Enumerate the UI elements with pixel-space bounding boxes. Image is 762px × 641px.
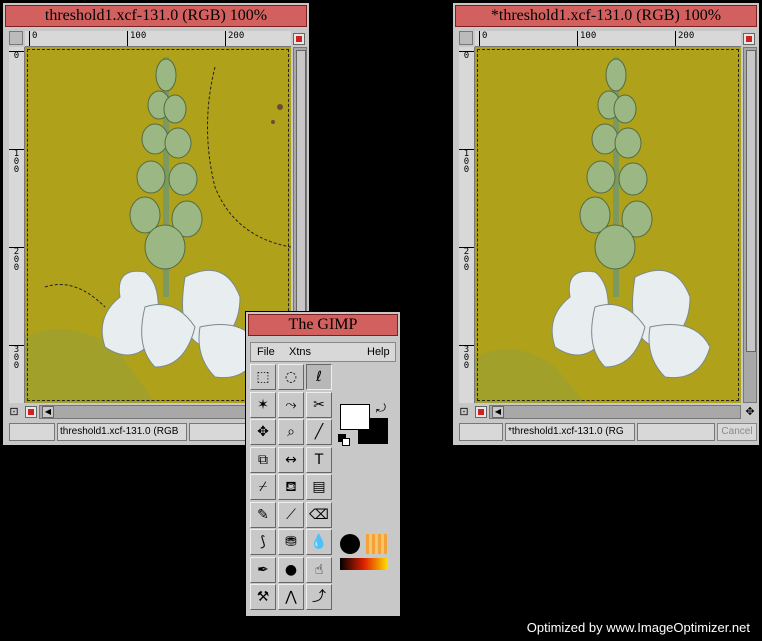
eraser-icon[interactable]: ⌫ <box>306 501 332 528</box>
crop-icon[interactable]: ╱ <box>306 419 332 445</box>
left-vertical-scroll-thumb[interactable] <box>296 50 306 352</box>
ruler-tick-label: 200 <box>675 31 694 46</box>
ruler-tick-label: 0 <box>463 361 470 371</box>
right-status-bar-right <box>637 423 715 441</box>
right-image-window[interactable]: *threshold1.xcf-131.0 (RGB) 100% 0 100 2… <box>452 2 760 446</box>
measure-compass-icon[interactable]: ⋀ <box>278 584 304 610</box>
swap-colors-icon[interactable]: ⤾ <box>376 402 386 414</box>
right-quickmask-corner-icon[interactable] <box>743 33 755 45</box>
ruler-tick-label: 0 <box>479 31 487 46</box>
right-status-bar: *threshold1.xcf-131.0 (RG <box>505 423 635 441</box>
flip-icon[interactable]: ↔ <box>278 446 304 473</box>
left-quickmask-corner-icon[interactable] <box>293 33 305 45</box>
ruler-tick-label: 0 <box>13 263 20 273</box>
bezier-select-icon[interactable]: ⤳ <box>278 391 304 418</box>
right-quickmask-toggle-icon[interactable] <box>475 406 487 418</box>
transform-icon[interactable]: ⧉ <box>250 446 276 473</box>
right-vertical-ruler[interactable]: 0 100 200 300 <box>459 47 475 403</box>
menu-xtns[interactable]: Xtns <box>289 346 311 358</box>
left-window-title[interactable]: threshold1.xcf-131.0 (RGB) 100% <box>5 5 307 27</box>
magnify-icon[interactable]: ⌕ <box>278 419 304 445</box>
watermark-text: Optimized by www.ImageOptimizer.net <box>526 620 750 635</box>
ruler-tick-label: 100 <box>577 31 596 46</box>
toolbox-title[interactable]: The GIMP <box>248 314 398 336</box>
left-ruler-corner[interactable] <box>9 31 23 45</box>
ruler-tick-label: 0 <box>13 165 20 175</box>
ellipse-select-icon[interactable]: ◌ <box>278 364 304 390</box>
right-vertical-scroll-thumb[interactable] <box>746 50 756 352</box>
brush-preview[interactable] <box>340 534 360 554</box>
right-navigate-icon[interactable]: ⊡ <box>457 405 471 419</box>
ruler-tick-label: 0 <box>13 51 20 61</box>
ink-icon[interactable]: ✒ <box>250 556 276 583</box>
foreground-color-swatch[interactable] <box>340 404 370 430</box>
ruler-tick-label: 0 <box>13 361 20 371</box>
right-ruler-corner[interactable] <box>459 31 473 45</box>
blend-icon[interactable]: ▤ <box>306 474 332 500</box>
right-window-title[interactable]: *threshold1.xcf-131.0 (RGB) 100% <box>455 5 757 27</box>
left-vertical-ruler[interactable]: 0 100 200 300 <box>9 47 25 403</box>
left-navigate-icon[interactable]: ⊡ <box>7 405 21 419</box>
smudge-icon[interactable]: ☝ <box>306 556 332 583</box>
airbrush-icon[interactable]: ⟆ <box>250 529 276 555</box>
left-quickmask-toggle-icon[interactable] <box>25 406 37 418</box>
free-select-icon[interactable]: ℓ <box>306 364 332 390</box>
ruler-tick-label: 0 <box>29 31 37 46</box>
convolve-icon[interactable]: 💧 <box>306 529 332 555</box>
menu-help[interactable]: Help <box>367 346 390 358</box>
ruler-tick-label: 0 <box>463 165 470 175</box>
gradient-preview[interactable] <box>340 558 388 570</box>
cancel-button[interactable]: Cancel <box>717 423 757 441</box>
dodge-burn-icon[interactable]: ● <box>278 556 304 583</box>
path-icon[interactable]: ⤴ <box>306 584 332 610</box>
ruler-tick-label: 0 <box>463 51 470 61</box>
right-horizontal-ruler[interactable]: 0 100 200 <box>475 31 741 47</box>
right-image-canvas[interactable] <box>475 47 741 403</box>
text-icon[interactable]: T <box>306 446 332 473</box>
clone-icon[interactable]: ⛃ <box>278 529 304 555</box>
left-status-bar-left <box>9 423 55 441</box>
rect-select-icon[interactable]: ⬚ <box>250 364 276 390</box>
right-move-nav-icon[interactable]: ✥ <box>743 405 757 419</box>
toolbox-menubar: File Xtns Help <box>250 342 396 362</box>
color-picker-icon[interactable]: ⌿ <box>250 474 276 500</box>
fuzzy-select-icon[interactable]: ✶ <box>250 391 276 418</box>
left-horizontal-ruler[interactable]: 0 100 200 <box>25 31 291 47</box>
pattern-preview[interactable] <box>366 534 388 554</box>
color-area: ⤾ <box>336 392 392 452</box>
measure-icon[interactable]: ⚒ <box>250 584 276 610</box>
ruler-tick-label: 0 <box>463 263 470 273</box>
left-scroll-left-icon[interactable]: ◀ <box>42 406 54 418</box>
pencil-icon[interactable]: ✎ <box>250 501 276 528</box>
move-icon[interactable]: ✥ <box>250 419 276 445</box>
scissors-icon[interactable]: ✂ <box>306 391 332 418</box>
left-status-bar: threshold1.xcf-131.0 (RGB <box>57 423 187 441</box>
brush-pattern-gradient-area <box>336 532 392 572</box>
right-vertical-scrollbar[interactable] <box>743 47 757 403</box>
paintbrush-icon[interactable]: ⟋ <box>278 501 304 528</box>
right-selection-marquee <box>477 49 739 401</box>
default-colors-icon[interactable] <box>338 434 350 446</box>
right-horizontal-scrollbar[interactable]: ◀ <box>489 405 741 419</box>
toolbox-window[interactable]: The GIMP File Xtns Help ⬚ ◌ ℓ ✶ ⤳ ✂ ✥ ⌕ ╱ ⧉ ↔ T ⌿ ⛾ ▤ ✎… <box>245 311 401 617</box>
ruler-tick-label: 100 <box>127 31 146 46</box>
bucket-fill-icon[interactable]: ⛾ <box>278 474 304 500</box>
right-status-bar-left <box>459 423 503 441</box>
tool-grid: ⬚ ◌ ℓ ✶ ⤳ ✂ ✥ ⌕ ╱ ⧉ ↔ T ⌿ ⛾ ▤ ✎ ⟋ ⌫ ⟆ ⛃ 💧 ✒ ● ☝ ⚒ ⋀ ⤴ <box>250 364 334 614</box>
menu-file[interactable]: File <box>257 346 275 358</box>
ruler-tick-label: 200 <box>225 31 244 46</box>
right-scroll-left-icon[interactable]: ◀ <box>492 406 504 418</box>
